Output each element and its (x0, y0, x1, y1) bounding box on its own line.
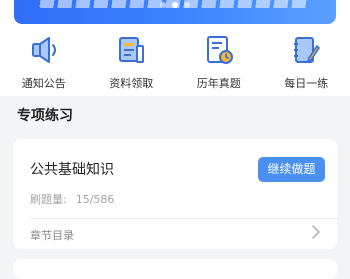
carousel-dot-active[interactable] (172, 2, 178, 8)
quick-action-past-exams[interactable]: 历年真题 (175, 26, 263, 96)
quick-action-materials[interactable]: 资料领取 (88, 26, 176, 96)
continue-practice-button[interactable]: 继续做题 (258, 157, 325, 182)
quick-action-label: 通知公告 (22, 75, 66, 91)
practice-card-next[interactable] (13, 259, 337, 279)
speaker-icon (26, 32, 62, 68)
practice-card[interactable]: 公共基础知识 继续做题 刷题量: 15/586 章节目录 (13, 139, 337, 249)
document-book-icon (113, 32, 149, 68)
exam-history-icon (201, 32, 237, 68)
quick-action-label: 每日一练 (284, 75, 328, 91)
quick-action-label: 历年真题 (197, 75, 241, 91)
quick-action-label: 资料领取 (109, 75, 153, 91)
quick-action-daily-practice[interactable]: 每日一练 (263, 26, 350, 96)
practice-count: 刷题量: 15/586 (30, 191, 114, 207)
section-title: 专项练习 (17, 105, 73, 125)
chapter-directory-link[interactable]: 章节目录 (30, 227, 74, 243)
card-divider (30, 218, 337, 219)
practice-count-value: 15/586 (76, 193, 115, 206)
practice-card-title: 公共基础知识 (30, 159, 114, 179)
carousel-dots (14, 2, 336, 8)
notebook-pen-icon (288, 32, 324, 68)
chevron-right-icon[interactable] (309, 224, 323, 240)
promo-banner[interactable] (0, 0, 350, 26)
banner-image (14, 0, 336, 24)
carousel-dot[interactable] (160, 2, 166, 8)
quick-actions: 通知公告 资料领取 历年真题 每日一练 (0, 26, 350, 96)
quick-action-notice[interactable]: 通知公告 (0, 26, 88, 96)
practice-count-label: 刷题量: (30, 193, 67, 206)
carousel-dot[interactable] (184, 2, 190, 8)
